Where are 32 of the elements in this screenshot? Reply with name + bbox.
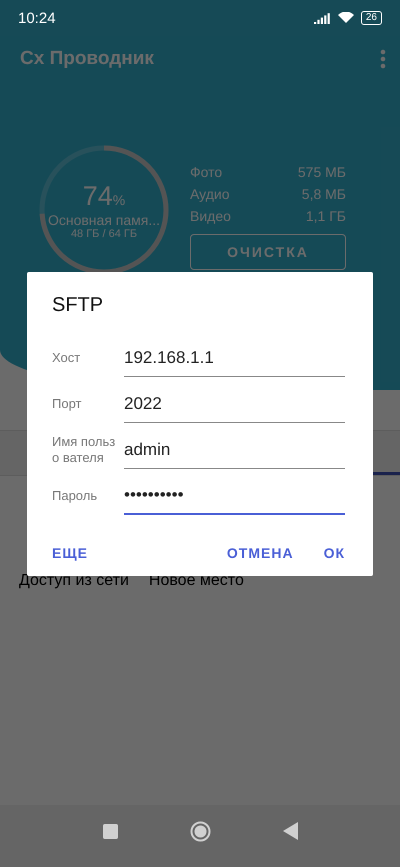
back-icon[interactable] [282,822,298,840]
field-label: Пароль [52,488,98,504]
wifi-icon [338,12,354,24]
storage-usage: 48 ГБ / 64 ГБ [70,228,138,240]
home-icon[interactable] [190,820,210,842]
stat-value: 5,8 МБ [302,186,346,202]
stat-label: Видео [190,208,231,224]
field-label: Порт [52,396,82,412]
field-label: Хост [52,350,82,366]
tab-indicator [370,472,400,475]
input-field[interactable]: •••••••••• [124,477,345,515]
stat-value: 575 МБ [298,164,346,180]
status-time: 10:24 [18,10,56,26]
input-field[interactable]: admin [124,431,345,469]
stat-value: 1,1 ГБ [306,208,346,224]
dialog-title: SFTP [52,294,104,317]
shortcut-link[interactable]: Новое место [148,572,244,590]
recents-icon[interactable] [102,824,118,838]
signal-icon [314,12,331,24]
field-label: Имя пользо вателя [52,434,116,466]
shortcut-link[interactable]: Доступ из сети [19,572,129,590]
more-button[interactable]: ЕЩЕ [52,545,88,561]
app-title: Cx Проводник [20,48,154,70]
input-field[interactable]: 192.168.1.1 [124,339,345,377]
usage-percent: 74% [82,180,126,212]
storage-name: Основная памя... [48,212,160,228]
battery-indicator: 26 [360,11,382,25]
stat-label: Аудио [190,186,230,202]
input-field[interactable]: 2022 [124,385,345,423]
cancel-button[interactable]: ОТМЕНА [226,545,294,561]
stat-label: Фото [190,164,222,180]
ok-button[interactable]: ОК [324,545,345,561]
